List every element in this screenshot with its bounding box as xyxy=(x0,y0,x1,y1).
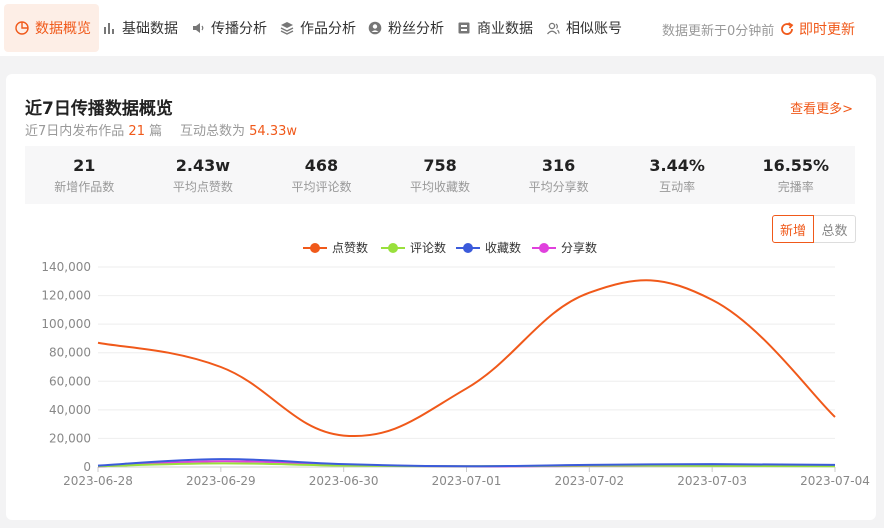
y-tick-label: 20,000 xyxy=(49,431,91,445)
legend-marker xyxy=(310,243,320,253)
legend-item: 收藏数 xyxy=(456,240,521,255)
legend-marker xyxy=(388,243,398,253)
series-line-0 xyxy=(97,279,836,438)
legend-marker xyxy=(539,243,549,253)
y-tick-label: 100,000 xyxy=(41,317,91,331)
x-tick-label: 2023-07-02 xyxy=(554,474,624,488)
y-tick-label: 60,000 xyxy=(49,374,91,388)
legend-label: 收藏数 xyxy=(485,240,521,255)
legend-item: 点赞数 xyxy=(303,240,368,255)
legend-marker xyxy=(463,243,473,253)
y-tick-label: 80,000 xyxy=(49,346,91,360)
y-tick-label: 120,000 xyxy=(41,289,91,303)
x-tick-label: 2023-07-01 xyxy=(432,474,502,488)
legend-item: 评论数 xyxy=(381,240,446,255)
legend-label: 点赞数 xyxy=(332,240,368,255)
legend-label: 评论数 xyxy=(410,240,446,255)
y-tick-label: 0 xyxy=(83,460,91,474)
x-tick-label: 2023-07-04 xyxy=(800,474,870,488)
x-tick-label: 2023-06-28 xyxy=(63,474,133,488)
x-tick-label: 2023-06-30 xyxy=(309,474,379,488)
x-tick-label: 2023-07-03 xyxy=(677,474,747,488)
y-tick-label: 40,000 xyxy=(49,403,91,417)
spread-line-chart: 0 20,000 40,000 60,000 80,000 100,000 120,000 1… xyxy=(41,240,870,488)
x-tick-label: 2023-06-29 xyxy=(186,474,256,488)
legend-item: 分享数 xyxy=(532,240,597,255)
legend-label: 分享数 xyxy=(561,240,597,255)
y-tick-label: 140,000 xyxy=(41,260,91,274)
